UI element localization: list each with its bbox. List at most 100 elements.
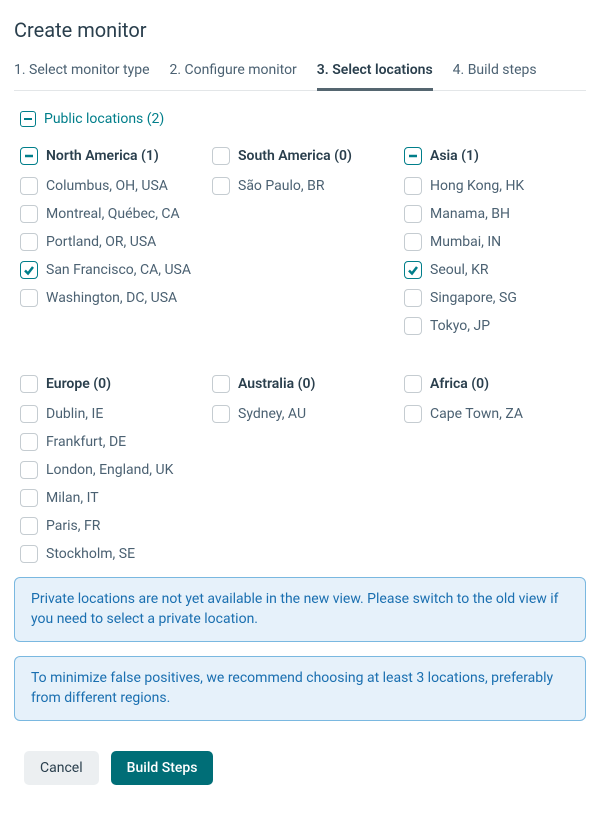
checkbox-icon[interactable]	[20, 261, 38, 279]
location-label: Hong Kong, HK	[430, 178, 524, 194]
build-steps-button[interactable]: Build Steps	[111, 751, 214, 785]
location-list: São Paulo, BR	[212, 177, 394, 195]
checkbox-icon[interactable]	[20, 517, 38, 535]
location-item[interactable]: Seoul, KR	[404, 261, 586, 279]
checkbox-icon[interactable]	[404, 177, 422, 195]
wizard-tabs: 1. Select monitor type 2. Configure moni…	[14, 62, 586, 91]
location-label: Cape Town, ZA	[430, 406, 523, 422]
info-recommend-locations: To minimize false positives, we recommen…	[14, 656, 586, 721]
location-item[interactable]: Sydney, AU	[212, 405, 394, 423]
region: Australia (0) Sydney, AU	[212, 375, 394, 563]
checkbox-icon[interactable]	[20, 433, 38, 451]
location-label: Washington, DC, USA	[46, 290, 177, 306]
location-item[interactable]: Hong Kong, HK	[404, 177, 586, 195]
location-item[interactable]: San Francisco, CA, USA	[20, 261, 202, 279]
checkbox-indeterminate-icon[interactable]	[20, 147, 38, 165]
location-list: Hong Kong, HK Manama, BH Mumbai, IN Seoul, …	[404, 177, 586, 335]
location-list: Cape Town, ZA	[404, 405, 586, 423]
info-private-locations: Private locations are not yet available …	[14, 577, 586, 642]
checkbox-icon[interactable]	[404, 317, 422, 335]
location-list: Sydney, AU	[212, 405, 394, 423]
tab-configure-monitor[interactable]: 2. Configure monitor	[170, 62, 297, 90]
checkbox-icon[interactable]	[212, 177, 230, 195]
location-item[interactable]: Tokyo, JP	[404, 317, 586, 335]
region-header[interactable]: North America (1)	[20, 147, 202, 165]
page-title: Create monitor	[14, 18, 586, 42]
region-name: South America (0)	[238, 148, 352, 164]
checkbox-icon[interactable]	[20, 205, 38, 223]
location-label: Montreal, Québec, CA	[46, 206, 180, 222]
location-label: Sydney, AU	[238, 406, 306, 422]
location-item[interactable]: Milan, IT	[20, 489, 202, 507]
location-item[interactable]: Dublin, IE	[20, 405, 202, 423]
checkbox-icon[interactable]	[404, 233, 422, 251]
location-item[interactable]: Montreal, Québec, CA	[20, 205, 202, 223]
checkbox-icon[interactable]	[212, 375, 230, 393]
region-header[interactable]: Australia (0)	[212, 375, 394, 393]
checkbox-icon[interactable]	[404, 289, 422, 307]
location-label: Seoul, KR	[430, 262, 488, 278]
location-label: Portland, OR, USA	[46, 234, 156, 250]
location-label: San Francisco, CA, USA	[46, 262, 191, 278]
tab-select-locations[interactable]: 3. Select locations	[317, 62, 433, 91]
checkbox-icon[interactable]	[20, 289, 38, 307]
region-header[interactable]: Asia (1)	[404, 147, 586, 165]
location-label: Singapore, SG	[430, 290, 517, 306]
region: Europe (0) Dublin, IE Frankfurt, DE London,…	[20, 375, 202, 563]
location-list: Dublin, IE Frankfurt, DE London, England, …	[20, 405, 202, 563]
public-locations-toggle[interactable]: Public locations (2)	[14, 111, 586, 127]
region-name: Asia (1)	[430, 148, 479, 164]
checkbox-icon[interactable]	[404, 261, 422, 279]
region-name: Australia (0)	[238, 376, 315, 392]
cancel-button[interactable]: Cancel	[24, 751, 99, 785]
location-item[interactable]: Frankfurt, DE	[20, 433, 202, 451]
minus-square-icon	[20, 111, 36, 127]
location-item[interactable]: Columbus, OH, USA	[20, 177, 202, 195]
checkbox-icon[interactable]	[212, 405, 230, 423]
region: Asia (1) Hong Kong, HK Manama, BH Mumbai, I…	[404, 147, 586, 335]
checkbox-icon[interactable]	[20, 405, 38, 423]
region-name: North America (1)	[46, 148, 159, 164]
region-header[interactable]: Africa (0)	[404, 375, 586, 393]
checkbox-icon[interactable]	[20, 375, 38, 393]
location-item[interactable]: Cape Town, ZA	[404, 405, 586, 423]
location-item[interactable]: São Paulo, BR	[212, 177, 394, 195]
region-name: Africa (0)	[430, 376, 489, 392]
tab-build-steps[interactable]: 4. Build steps	[453, 62, 537, 90]
region-header[interactable]: South America (0)	[212, 147, 394, 165]
checkbox-icon[interactable]	[20, 233, 38, 251]
location-label: Frankfurt, DE	[46, 434, 126, 450]
location-label: Dublin, IE	[46, 406, 103, 422]
checkbox-icon[interactable]	[20, 489, 38, 507]
location-item[interactable]: Mumbai, IN	[404, 233, 586, 251]
location-item[interactable]: Manama, BH	[404, 205, 586, 223]
checkbox-icon[interactable]	[212, 147, 230, 165]
location-label: Tokyo, JP	[430, 318, 490, 334]
checkbox-icon[interactable]	[404, 205, 422, 223]
checkbox-indeterminate-icon[interactable]	[404, 147, 422, 165]
location-item[interactable]: Portland, OR, USA	[20, 233, 202, 251]
location-label: Mumbai, IN	[430, 234, 501, 250]
region: North America (1) Columbus, OH, USA Montre…	[20, 147, 202, 335]
region-name: Europe (0)	[46, 376, 111, 392]
location-item[interactable]: London, England, UK	[20, 461, 202, 479]
checkbox-icon[interactable]	[20, 461, 38, 479]
location-label: Manama, BH	[430, 206, 510, 222]
checkbox-icon[interactable]	[20, 545, 38, 563]
location-label: São Paulo, BR	[238, 178, 324, 194]
tab-select-monitor-type[interactable]: 1. Select monitor type	[14, 62, 150, 90]
location-label: Stockholm, SE	[46, 546, 135, 562]
region-header[interactable]: Europe (0)	[20, 375, 202, 393]
location-item[interactable]: Paris, FR	[20, 517, 202, 535]
public-locations-label: Public locations (2)	[44, 111, 164, 127]
region: South America (0) São Paulo, BR	[212, 147, 394, 335]
regions-grid: North America (1) Columbus, OH, USA Montre…	[14, 147, 586, 563]
location-label: London, England, UK	[46, 462, 173, 478]
checkbox-icon[interactable]	[404, 405, 422, 423]
location-item[interactable]: Washington, DC, USA	[20, 289, 202, 307]
location-item[interactable]: Singapore, SG	[404, 289, 586, 307]
checkbox-icon[interactable]	[20, 177, 38, 195]
checkbox-icon[interactable]	[404, 375, 422, 393]
location-item[interactable]: Stockholm, SE	[20, 545, 202, 563]
location-label: Milan, IT	[46, 490, 99, 506]
